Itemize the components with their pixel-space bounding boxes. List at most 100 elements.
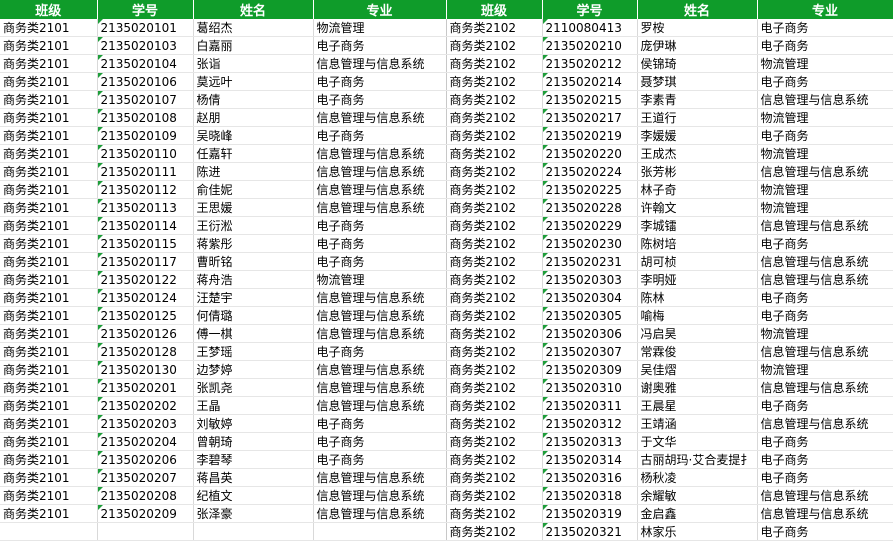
major-cell[interactable]: 信息管理与信息系统: [757, 342, 893, 361]
name-cell[interactable]: 汪楚宇: [193, 288, 314, 307]
class-cell[interactable]: 商务类2101: [0, 324, 98, 343]
major-cell[interactable]: 物流管理: [757, 108, 893, 127]
name-cell[interactable]: 莫远叶: [193, 72, 314, 91]
name-cell[interactable]: 吴佳熠: [637, 360, 758, 379]
class-cell[interactable]: 商务类2101: [0, 486, 98, 505]
class-cell[interactable]: 商务类2102: [446, 378, 543, 397]
student-id-cell[interactable]: 2135020202: [97, 396, 194, 415]
column-header[interactable]: 专业: [313, 0, 447, 19]
class-cell[interactable]: 商务类2101: [0, 234, 98, 253]
major-cell[interactable]: 物流管理: [757, 144, 893, 163]
class-cell[interactable]: 商务类2101: [0, 504, 98, 523]
class-cell[interactable]: 商务类2101: [0, 162, 98, 181]
name-cell[interactable]: 任嘉轩: [193, 144, 314, 163]
name-cell[interactable]: 陈树培: [637, 234, 758, 253]
major-cell[interactable]: 电子商务: [313, 414, 447, 433]
class-cell[interactable]: 商务类2102: [446, 324, 543, 343]
student-id-cell[interactable]: 2135020103: [97, 36, 194, 55]
class-cell[interactable]: 商务类2102: [446, 342, 543, 361]
name-cell[interactable]: 边梦婷: [193, 360, 314, 379]
name-cell[interactable]: [193, 522, 314, 541]
name-cell[interactable]: 曾朝琦: [193, 432, 314, 451]
student-id-cell[interactable]: 2135020230: [542, 234, 638, 253]
name-cell[interactable]: 罗桉: [637, 19, 758, 37]
major-cell[interactable]: 信息管理与信息系统: [313, 504, 447, 523]
major-cell[interactable]: 信息管理与信息系统: [313, 108, 447, 127]
class-cell[interactable]: 商务类2101: [0, 378, 98, 397]
name-cell[interactable]: 蒋舟浩: [193, 270, 314, 289]
class-cell[interactable]: 商务类2101: [0, 126, 98, 145]
name-cell[interactable]: 白嘉丽: [193, 36, 314, 55]
major-cell[interactable]: 物流管理: [757, 360, 893, 379]
class-cell[interactable]: 商务类2102: [446, 54, 543, 73]
student-id-cell[interactable]: 2135020126: [97, 324, 194, 343]
name-cell[interactable]: 林家乐: [637, 522, 758, 541]
major-cell[interactable]: 电子商务: [313, 432, 447, 451]
student-id-cell[interactable]: 2135020110: [97, 144, 194, 163]
class-cell[interactable]: 商务类2102: [446, 486, 543, 505]
name-cell[interactable]: 庞伊琳: [637, 36, 758, 55]
name-cell[interactable]: 冯启昊: [637, 324, 758, 343]
class-cell[interactable]: 商务类2102: [446, 360, 543, 379]
major-cell[interactable]: 信息管理与信息系统: [313, 54, 447, 73]
name-cell[interactable]: 赵朋: [193, 108, 314, 127]
class-cell[interactable]: 商务类2102: [446, 468, 543, 487]
name-cell[interactable]: 王晨星: [637, 396, 758, 415]
student-id-cell[interactable]: 2135020208: [97, 486, 194, 505]
major-cell[interactable]: 电子商务: [757, 234, 893, 253]
major-cell[interactable]: 物流管理: [313, 19, 447, 37]
major-cell[interactable]: 电子商务: [313, 216, 447, 235]
major-cell[interactable]: 信息管理与信息系统: [313, 198, 447, 217]
name-cell[interactable]: 金启鑫: [637, 504, 758, 523]
student-id-cell[interactable]: 2135020312: [542, 414, 638, 433]
student-id-cell[interactable]: 2135020217: [542, 108, 638, 127]
class-cell[interactable]: 商务类2102: [446, 306, 543, 325]
name-cell[interactable]: 胡可桢: [637, 252, 758, 271]
student-id-cell[interactable]: 2135020207: [97, 468, 194, 487]
student-id-cell[interactable]: 2135020228: [542, 198, 638, 217]
class-cell[interactable]: 商务类2102: [446, 432, 543, 451]
name-cell[interactable]: 李碧琴: [193, 450, 314, 469]
name-cell[interactable]: 常霖俊: [637, 342, 758, 361]
class-cell[interactable]: 商务类2101: [0, 396, 98, 415]
major-cell[interactable]: 电子商务: [757, 19, 893, 37]
major-cell[interactable]: 信息管理与信息系统: [757, 90, 893, 109]
name-cell[interactable]: 王衍淞: [193, 216, 314, 235]
class-cell[interactable]: 商务类2102: [446, 90, 543, 109]
student-id-cell[interactable]: 2135020107: [97, 90, 194, 109]
student-id-cell[interactable]: 2135020124: [97, 288, 194, 307]
student-id-cell[interactable]: 2135020311: [542, 396, 638, 415]
student-id-cell[interactable]: 2135020219: [542, 126, 638, 145]
column-header[interactable]: 姓名: [637, 0, 758, 19]
name-cell[interactable]: 于文华: [637, 432, 758, 451]
name-cell[interactable]: 喻梅: [637, 306, 758, 325]
class-cell[interactable]: 商务类2102: [446, 108, 543, 127]
class-cell[interactable]: 商务类2101: [0, 306, 98, 325]
class-cell[interactable]: 商务类2101: [0, 360, 98, 379]
major-cell[interactable]: 信息管理与信息系统: [313, 306, 447, 325]
major-cell[interactable]: 物流管理: [757, 198, 893, 217]
student-id-cell[interactable]: 2135020305: [542, 306, 638, 325]
column-header[interactable]: 专业: [757, 0, 893, 19]
student-id-cell[interactable]: 2135020209: [97, 504, 194, 523]
student-id-cell[interactable]: 2135020231: [542, 252, 638, 271]
class-cell[interactable]: 商务类2101: [0, 19, 98, 37]
class-cell[interactable]: 商务类2101: [0, 432, 98, 451]
name-cell[interactable]: 俞佳妮: [193, 180, 314, 199]
student-id-cell[interactable]: 2135020117: [97, 252, 194, 271]
name-cell[interactable]: 王成杰: [637, 144, 758, 163]
student-id-cell[interactable]: 2135020309: [542, 360, 638, 379]
student-id-cell[interactable]: 2135020101: [97, 19, 194, 37]
major-cell[interactable]: 信息管理与信息系统: [313, 144, 447, 163]
name-cell[interactable]: 王梦瑶: [193, 342, 314, 361]
major-cell[interactable]: 电子商务: [757, 36, 893, 55]
name-cell[interactable]: 张诣: [193, 54, 314, 73]
name-cell[interactable]: 陈进: [193, 162, 314, 181]
major-cell[interactable]: 物流管理: [757, 54, 893, 73]
name-cell[interactable]: 古丽胡玛·艾合麦提扌: [637, 450, 758, 469]
major-cell[interactable]: 信息管理与信息系统: [757, 270, 893, 289]
student-id-cell[interactable]: 2135020220: [542, 144, 638, 163]
class-cell[interactable]: 商务类2102: [446, 234, 543, 253]
student-id-cell[interactable]: 2135020307: [542, 342, 638, 361]
major-cell[interactable]: 信息管理与信息系统: [313, 486, 447, 505]
